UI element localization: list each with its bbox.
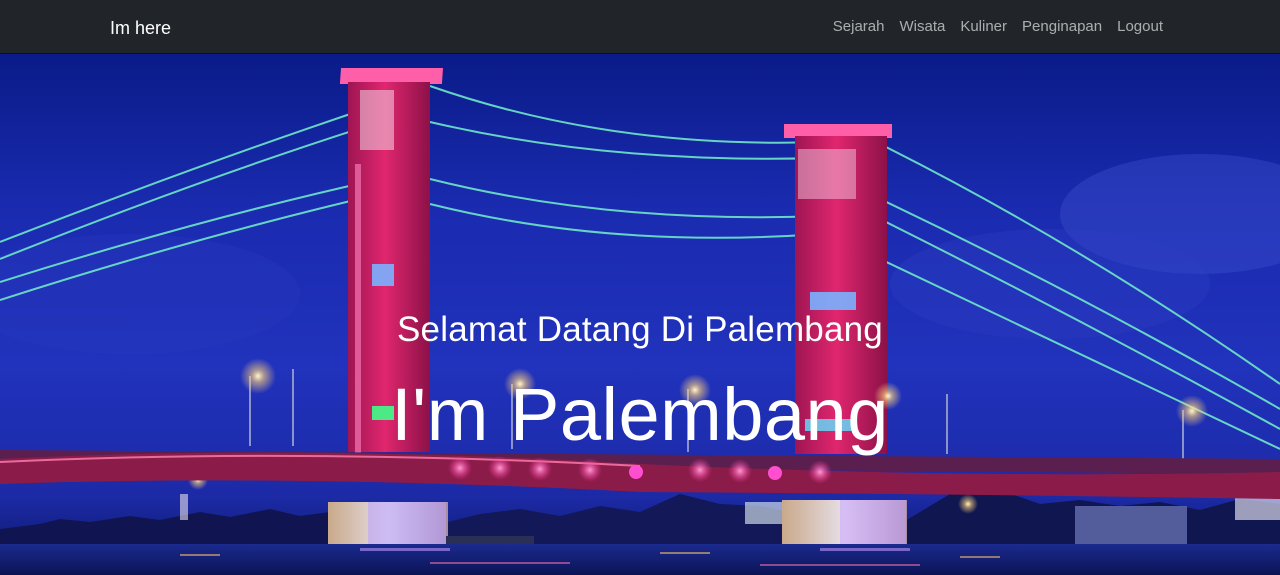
hero-banner: Selamat Datang Di Palembang I'm Palemban…	[0, 54, 1280, 575]
hero-tagline: Selamat Datang Di Palembang	[397, 310, 883, 349]
nav-link-kuliner[interactable]: Kuliner	[960, 18, 1007, 35]
top-navbar: Im here Sejarah Wisata Kuliner Penginapa…	[0, 0, 1280, 54]
nav-link-penginapan[interactable]: Penginapan	[1022, 18, 1102, 35]
navbar-brand[interactable]: Im here	[110, 0, 171, 54]
nav-link-logout[interactable]: Logout	[1117, 18, 1163, 35]
navbar-links: Sejarah Wisata Kuliner Penginapan Logout	[818, 0, 1163, 54]
nav-link-wisata[interactable]: Wisata	[899, 18, 945, 35]
hero-headline: I'm Palembang	[391, 373, 889, 456]
nav-link-sejarah[interactable]: Sejarah	[833, 18, 885, 35]
